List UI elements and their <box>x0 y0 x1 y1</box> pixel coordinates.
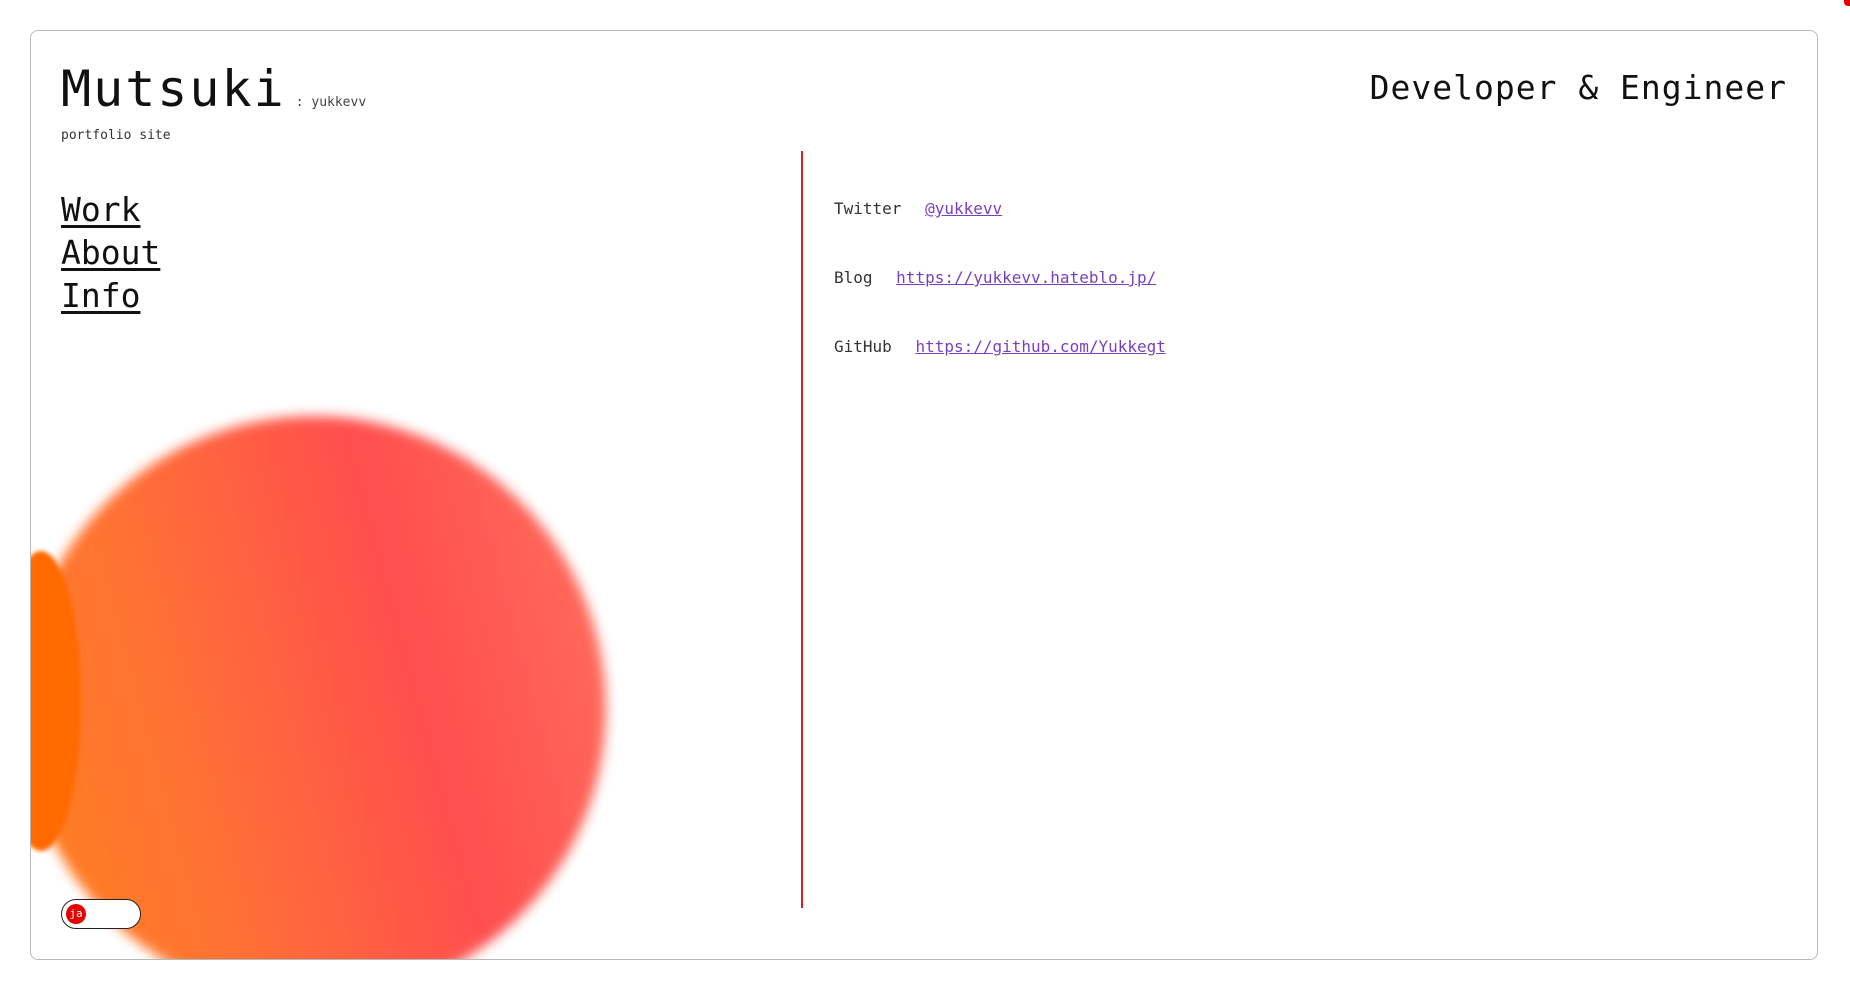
info-row-twitter: Twitter @yukkevv <box>834 199 1166 268</box>
role-title: Developer & Engineer <box>1369 68 1787 107</box>
site-title: Mutsuki <box>61 60 286 118</box>
blog-label: Blog <box>834 268 873 287</box>
page-frame: Mutsuki : yukkevv portfolio site Develop… <box>30 30 1818 960</box>
info-row-github: GitHub https://github.com/Yukkegt <box>834 337 1166 406</box>
site-subtitle: portfolio site <box>61 128 171 143</box>
nav-item-info[interactable]: Info <box>61 274 160 317</box>
twitter-label: Twitter <box>834 199 902 218</box>
main-nav: Work About Info <box>61 188 160 317</box>
github-link[interactable]: https://github.com/Yukkegt <box>915 337 1165 356</box>
twitter-link[interactable]: @yukkevv <box>925 199 1002 218</box>
language-toggle[interactable]: ja <box>61 899 141 929</box>
nav-item-about[interactable]: About <box>61 231 160 274</box>
info-panel: Twitter @yukkevv Blog https://yukkevv.ha… <box>834 199 1166 406</box>
nav-item-work[interactable]: Work <box>61 188 160 231</box>
blog-link[interactable]: https://yukkevv.hateblo.jp/ <box>896 268 1156 287</box>
site-handle: : yukkevv <box>295 95 367 110</box>
language-toggle-knob: ja <box>66 904 86 924</box>
vertical-divider <box>801 151 803 908</box>
info-row-blog: Blog https://yukkevv.hateblo.jp/ <box>834 268 1166 337</box>
site-brand: Mutsuki : yukkevv <box>61 64 366 114</box>
corner-marker <box>1844 0 1850 6</box>
github-label: GitHub <box>834 337 892 356</box>
gradient-blob <box>31 416 606 959</box>
